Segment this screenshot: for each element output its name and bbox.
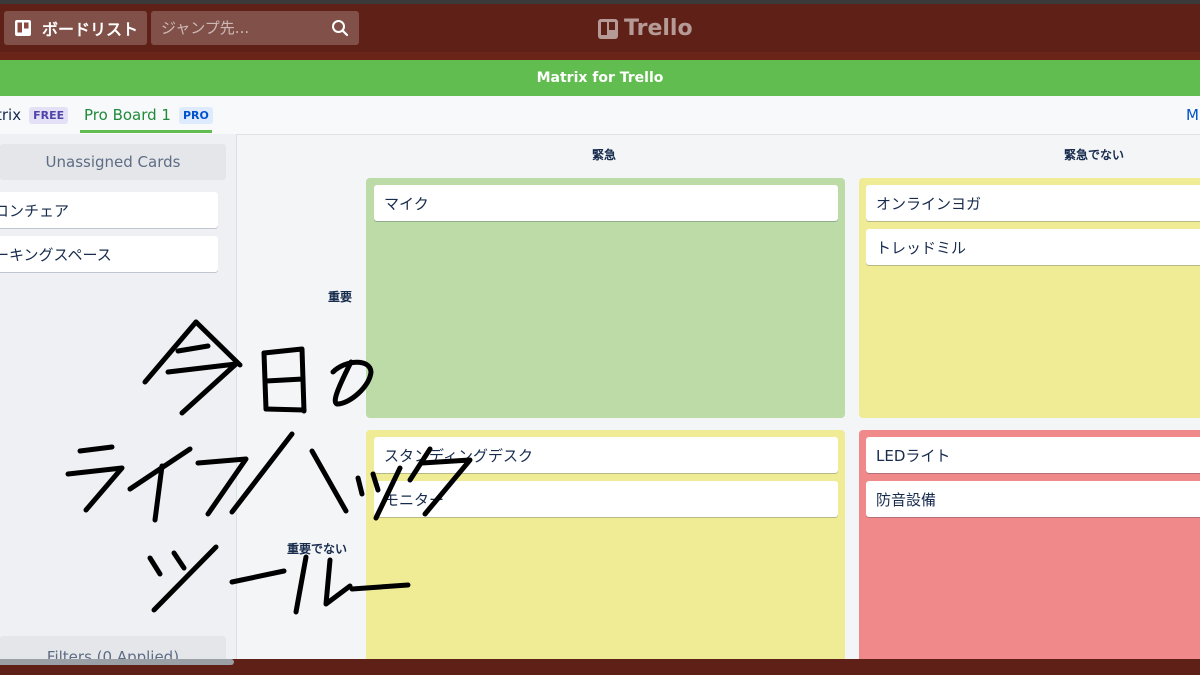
tab-pro-board-1[interactable]: Pro Board 1 PRO: [84, 106, 213, 124]
column-header-urgent: 緊急: [592, 148, 617, 162]
board-tabs: trix FREE Pro Board 1 PRO M: [0, 96, 1200, 135]
tab-overflow-link[interactable]: M: [1186, 106, 1199, 124]
board-icon: [15, 20, 31, 36]
filters-button[interactable]: Filters (0 Applied): [0, 636, 226, 659]
quadrant-not-urgent-not-important[interactable]: LEDライト 防音設備: [859, 430, 1200, 659]
trello-header: ボードリスト Trello: [0, 4, 1200, 54]
unassigned-cards-header: Unassigned Cards: [0, 144, 226, 180]
card-title: 防音設備: [876, 490, 937, 509]
unassigned-card[interactable]: ーキングスペース: [0, 236, 218, 272]
row-header-important: 重要: [328, 290, 353, 304]
unassigned-card[interactable]: コンチェア: [0, 192, 218, 228]
tab-pro-board-1-label: Pro Board 1: [84, 106, 171, 124]
matrix-card[interactable]: LEDライト: [866, 437, 1200, 473]
card-title: コンチェア: [0, 201, 70, 220]
search-icon[interactable]: [331, 19, 349, 37]
quadrant-urgent-not-important[interactable]: スタンディングデスク モニター: [366, 430, 845, 659]
powerup-title: Matrix for Trello: [536, 70, 664, 86]
matrix-card[interactable]: オンラインヨガ: [866, 185, 1200, 221]
column-header-not-urgent: 緊急でない: [1064, 148, 1125, 162]
search-input[interactable]: [151, 18, 328, 38]
card-title: マイク: [384, 194, 429, 213]
powerup-title-bar: Matrix for Trello: [0, 60, 1200, 96]
tab-matrix-label: trix: [0, 106, 22, 124]
card-title: LEDライト: [876, 446, 951, 465]
boards-button-label: ボードリスト: [42, 20, 139, 39]
active-tab-underline: [80, 130, 212, 133]
tab-matrix[interactable]: trix FREE: [0, 106, 69, 124]
matrix-card[interactable]: モニター: [374, 481, 838, 517]
trello-logo[interactable]: Trello: [598, 16, 693, 41]
quadrant-urgent-important[interactable]: マイク: [366, 178, 845, 418]
matrix-card[interactable]: マイク: [374, 185, 838, 221]
card-title: ーキングスペース: [0, 245, 112, 264]
header-separator: [0, 52, 1200, 60]
card-title: スタンディングデスク: [384, 446, 533, 465]
search-box: [151, 11, 359, 45]
card-title: トレッドミル: [876, 238, 967, 257]
trello-logo-text: Trello: [624, 16, 693, 41]
matrix-card[interactable]: トレッドミル: [866, 229, 1200, 265]
matrix-app: trix FREE Pro Board 1 PRO M Unassigned C…: [0, 96, 1200, 659]
horizontal-scrollbar[interactable]: [0, 659, 234, 665]
boards-button[interactable]: ボードリスト: [4, 11, 147, 45]
trello-logo-icon: [598, 18, 618, 39]
sidebar: Unassigned Cards コンチェア ーキングスペース Filters …: [0, 134, 237, 659]
matrix-card[interactable]: 防音設備: [866, 481, 1200, 517]
free-badge: FREE: [29, 106, 69, 124]
pro-badge: PRO: [178, 106, 213, 124]
card-title: モニター: [384, 490, 445, 509]
row-header-not-important: 重要でない: [287, 542, 348, 556]
quadrant-not-urgent-important[interactable]: オンラインヨガ トレッドミル: [859, 178, 1200, 418]
matrix-card[interactable]: スタンディングデスク: [374, 437, 838, 473]
card-title: オンラインヨガ: [876, 194, 982, 213]
